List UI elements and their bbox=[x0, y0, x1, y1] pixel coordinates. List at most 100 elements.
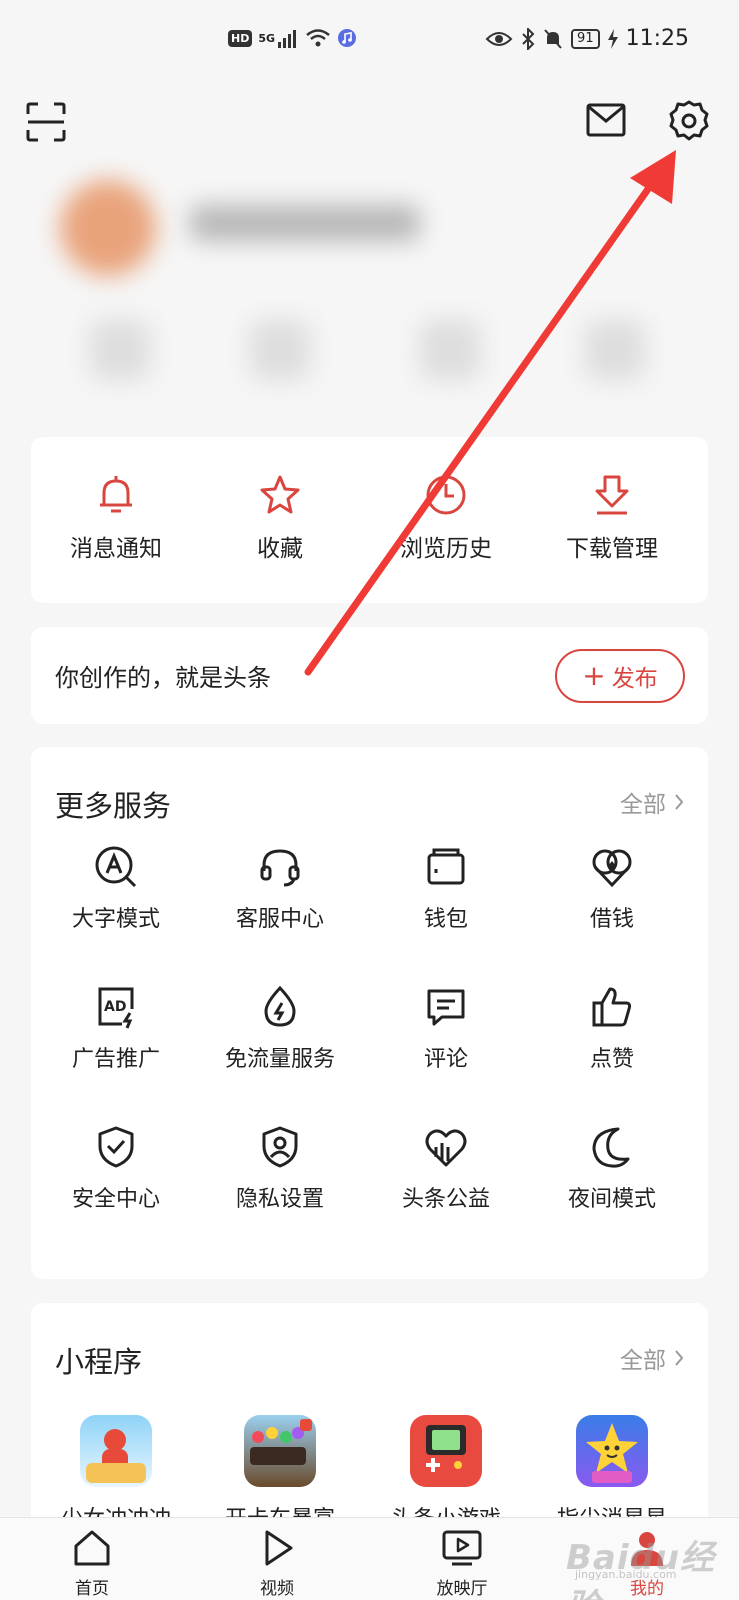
quick-action-notifications[interactable]: 消息通知 bbox=[31, 471, 201, 563]
user-name-blurred bbox=[190, 205, 420, 241]
watermark-brand: Baidu经验 bbox=[566, 1538, 716, 1600]
scan-icon[interactable] bbox=[24, 100, 68, 144]
more-services-card: 更多服务 全部 大字模式 客服中心 钱包 借钱 AD 广告推广 免流量服务 评论… bbox=[31, 747, 708, 1279]
charging-icon bbox=[607, 28, 618, 49]
wallet-icon bbox=[427, 848, 465, 885]
mini-program-item[interactable]: 指尖消星星 bbox=[527, 1415, 697, 1533]
service-label: 头条公益 bbox=[401, 1187, 490, 1212]
service-privacy-settings[interactable]: 隐私设置 bbox=[195, 1123, 365, 1213]
status-left: HD 5G bbox=[228, 28, 357, 48]
loan-icon bbox=[592, 849, 632, 888]
tab-home[interactable]: 首页 bbox=[32, 1526, 152, 1599]
service-night-mode[interactable]: 夜间模式 bbox=[527, 1123, 697, 1213]
mini-program-item[interactable]: 少女冲冲冲 bbox=[31, 1415, 201, 1533]
watermark-url: jingyan.baidu.com bbox=[575, 1568, 677, 1581]
status-bar: HD 5G 91 11:25 bbox=[0, 0, 739, 80]
battery-indicator: 91 bbox=[571, 28, 600, 49]
quick-actions-card: 消息通知 收藏 浏览历史 下载管理 bbox=[31, 437, 708, 603]
mail-icon[interactable] bbox=[584, 98, 628, 142]
privacy-icon bbox=[262, 1126, 298, 1168]
ad-icon: AD bbox=[98, 987, 134, 1029]
service-comments[interactable]: 评论 bbox=[361, 983, 531, 1073]
service-security-center[interactable]: 安全中心 bbox=[31, 1123, 201, 1213]
mini-program-item[interactable]: 头条小游戏 bbox=[361, 1415, 531, 1533]
service-data-free[interactable]: 免流量服务 bbox=[195, 983, 365, 1073]
service-label: 点赞 bbox=[589, 1047, 634, 1072]
mini-programs-title: 小程序 bbox=[55, 1345, 143, 1379]
star-character-icon bbox=[586, 1423, 638, 1483]
chevron-right-icon bbox=[675, 1350, 684, 1366]
plus-icon: + bbox=[582, 659, 606, 692]
svg-text:AD: AD bbox=[104, 999, 126, 1015]
shield-check-icon bbox=[98, 1126, 134, 1168]
headset-icon bbox=[260, 849, 300, 887]
data-free-icon bbox=[264, 985, 296, 1027]
tab-label: 视频 bbox=[260, 1579, 294, 1599]
avatar[interactable] bbox=[60, 180, 156, 276]
gear-icon[interactable] bbox=[666, 98, 712, 144]
download-icon bbox=[595, 475, 629, 515]
clock-time: 11:25 bbox=[625, 26, 689, 51]
large-font-icon bbox=[95, 846, 137, 888]
network-label: 5G bbox=[258, 31, 276, 45]
top-bar bbox=[0, 90, 739, 150]
service-label: 夜间模式 bbox=[567, 1187, 656, 1212]
tab-label: 放映厅 bbox=[436, 1579, 488, 1599]
services-title: 更多服务 bbox=[55, 789, 172, 823]
service-ad-promotion[interactable]: AD 广告推广 bbox=[31, 983, 201, 1073]
service-likes[interactable]: 点赞 bbox=[527, 983, 697, 1073]
mini-program-icon bbox=[80, 1415, 152, 1487]
services-all-link[interactable]: 全部 bbox=[620, 785, 684, 819]
quick-action-history[interactable]: 浏览历史 bbox=[361, 471, 531, 563]
tv-icon bbox=[442, 1530, 482, 1566]
all-label: 全部 bbox=[620, 792, 666, 818]
mini-programs-all-link[interactable]: 全部 bbox=[620, 1341, 684, 1375]
chevron-right-icon bbox=[675, 794, 684, 810]
service-label: 大字模式 bbox=[71, 907, 160, 932]
service-label: 钱包 bbox=[423, 907, 468, 932]
stat-blurred bbox=[250, 320, 310, 380]
play-icon bbox=[265, 1530, 293, 1566]
publish-label: 发布 bbox=[611, 666, 658, 692]
service-label: 借钱 bbox=[589, 907, 634, 932]
comment-icon bbox=[427, 989, 465, 1026]
mini-program-item[interactable]: 开卡车暴富 bbox=[195, 1415, 365, 1533]
tab-label: 首页 bbox=[75, 1579, 109, 1599]
service-label: 免流量服务 bbox=[224, 1047, 335, 1072]
service-label: 安全中心 bbox=[71, 1187, 160, 1212]
stat-blurred bbox=[420, 320, 480, 380]
home-icon bbox=[74, 1530, 110, 1566]
service-large-font[interactable]: 大字模式 bbox=[31, 843, 201, 933]
quick-action-downloads[interactable]: 下载管理 bbox=[527, 471, 697, 563]
service-customer-center[interactable]: 客服中心 bbox=[195, 843, 365, 933]
service-wallet[interactable]: 钱包 bbox=[361, 843, 531, 933]
all-label: 全部 bbox=[620, 1348, 666, 1374]
tab-video[interactable]: 视频 bbox=[217, 1526, 337, 1599]
service-label: 广告推广 bbox=[71, 1047, 160, 1072]
quick-action-label: 收藏 bbox=[257, 536, 303, 562]
mini-program-icon bbox=[410, 1415, 482, 1487]
service-loan[interactable]: 借钱 bbox=[527, 843, 697, 933]
charity-icon bbox=[425, 1129, 467, 1167]
hd-badge: HD bbox=[228, 29, 253, 47]
status-right: 91 11:25 bbox=[485, 26, 689, 51]
service-label: 隐私设置 bbox=[235, 1187, 324, 1212]
service-label: 评论 bbox=[423, 1047, 468, 1072]
quick-action-favorites[interactable]: 收藏 bbox=[195, 471, 365, 563]
quick-action-label: 下载管理 bbox=[566, 536, 658, 562]
service-label: 客服中心 bbox=[235, 907, 324, 932]
quick-action-label: 浏览历史 bbox=[400, 536, 492, 562]
quick-action-label: 消息通知 bbox=[70, 536, 162, 562]
eye-icon bbox=[485, 31, 513, 46]
star-icon bbox=[260, 475, 300, 514]
moon-icon bbox=[592, 1127, 630, 1168]
profile-header-blurred bbox=[40, 175, 720, 415]
signal-icon bbox=[278, 30, 297, 48]
bell-icon bbox=[100, 476, 132, 513]
publish-button[interactable]: + 发布 bbox=[555, 649, 685, 703]
bluetooth-icon bbox=[522, 27, 535, 50]
stat-blurred bbox=[90, 320, 150, 380]
mini-program-icon bbox=[244, 1415, 316, 1487]
tab-theater[interactable]: 放映厅 bbox=[402, 1526, 522, 1599]
service-charity[interactable]: 头条公益 bbox=[361, 1123, 531, 1213]
